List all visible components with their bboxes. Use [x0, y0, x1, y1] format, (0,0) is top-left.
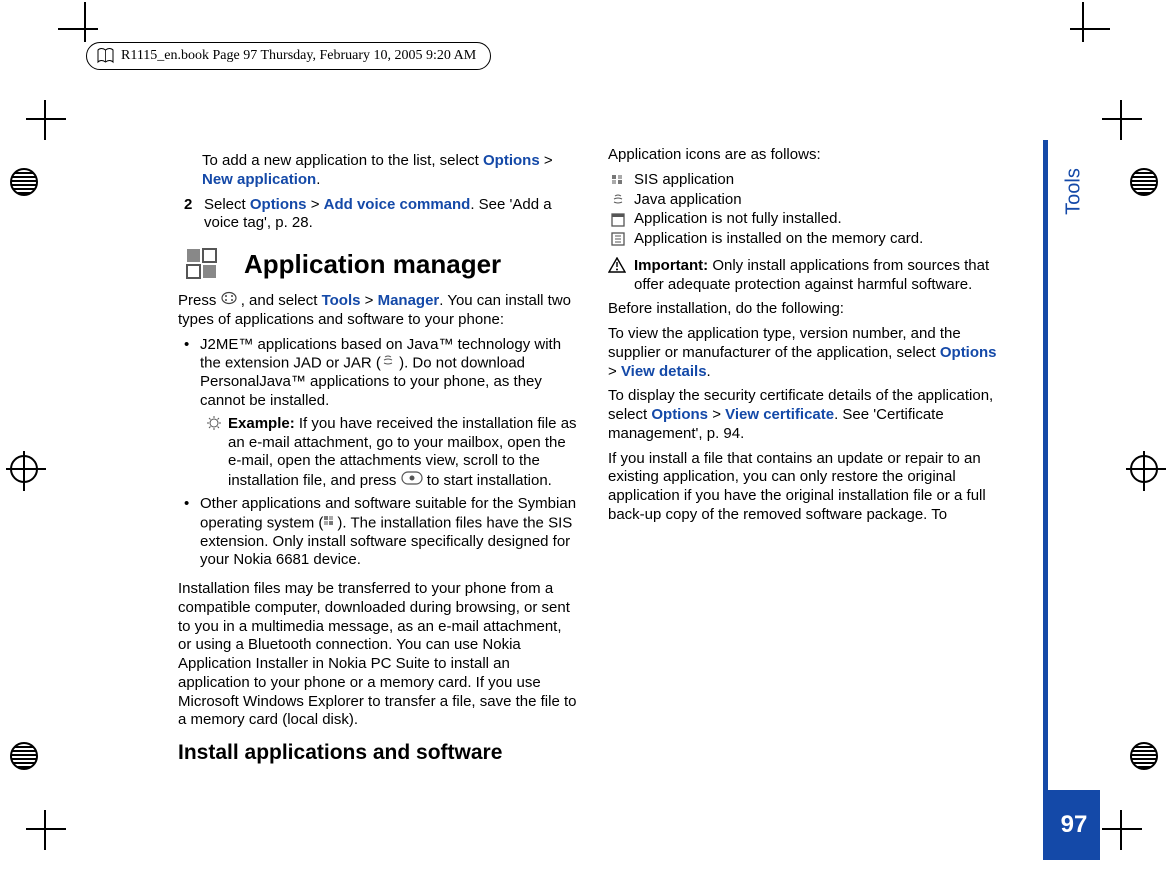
crop-mark-icon	[26, 100, 66, 140]
crop-mark-icon	[26, 810, 66, 850]
view-details-para: To view the application type, version nu…	[608, 325, 1008, 381]
registration-hatch-icon	[10, 742, 38, 770]
icon-list-row: SIS application	[608, 171, 1008, 190]
crop-bar-icon	[84, 2, 86, 42]
crop-mark-icon	[1102, 810, 1142, 850]
step-2: 2 Select Options > Add voice command. Se…	[184, 196, 578, 234]
view-details-link: View details	[621, 363, 707, 380]
press-line: Press , and select Tools > Manager. You …	[178, 291, 578, 330]
important-block: Important: Only install applications fro…	[608, 257, 1008, 295]
intro-line: To add a new application to the list, se…	[202, 152, 578, 190]
registration-target-icon	[1130, 455, 1158, 483]
icon-list-label: Application is installed on the memory c…	[634, 230, 923, 249]
java-icon	[381, 354, 395, 373]
bullet-j2me: • J2ME™ applications based on Java™ tech…	[184, 336, 578, 411]
sis-app-icon	[608, 174, 628, 186]
icons-intro: Application icons are as follows:	[608, 146, 1008, 165]
registration-hatch-icon	[1130, 742, 1158, 770]
select-key-icon	[401, 471, 423, 491]
bullet-symbian: • Other applications and software suitab…	[184, 495, 578, 570]
icon-list: SIS application Java application Applica…	[608, 171, 1008, 249]
add-voice-command-link: Add voice command	[324, 196, 471, 213]
sidebar: Tools 97	[1048, 140, 1100, 860]
page-number: 97	[1048, 790, 1100, 860]
before-install-line: Before installation, do the following:	[608, 300, 1008, 319]
tools-link: Tools	[322, 292, 361, 309]
options-link: Options	[250, 196, 307, 213]
registration-hatch-icon	[10, 168, 38, 196]
crop-bar-icon	[1082, 2, 1084, 42]
important-label: Important:	[634, 257, 708, 274]
options-link: Options	[940, 344, 997, 361]
app-manager-icon	[185, 247, 219, 281]
registration-target-icon	[10, 455, 38, 483]
example-label: Example:	[228, 415, 295, 432]
section-tab-label: Tools	[1063, 168, 1086, 215]
memory-card-icon	[608, 232, 628, 246]
update-paragraph: If you install a file that contains an u…	[608, 450, 1008, 525]
step-number: 2	[184, 196, 204, 234]
not-fully-installed-icon	[608, 213, 628, 227]
sub-heading: Install applications and software	[178, 740, 578, 766]
registration-hatch-icon	[1130, 168, 1158, 196]
icon-list-row: Application is installed on the memory c…	[608, 230, 1008, 249]
icon-list-label: SIS application	[634, 171, 734, 190]
sis-icon	[323, 514, 337, 533]
crop-mark-icon	[1102, 100, 1142, 140]
example-block: Example: If you have received the instal…	[206, 415, 578, 491]
page-header: R1115_en.book Page 97 Thursday, February…	[86, 42, 491, 70]
warning-icon	[608, 257, 630, 295]
bullet-dot-icon: •	[184, 495, 200, 570]
section-heading: Application manager	[178, 247, 578, 281]
transfer-paragraph: Installation files may be transferred to…	[178, 580, 578, 730]
icon-list-row: Java application	[608, 191, 1008, 210]
view-cert-para: To display the security certificate deta…	[608, 387, 1008, 443]
options-link: Options	[483, 152, 540, 169]
crop-bar-icon	[58, 28, 98, 30]
icon-list-label: Application is not fully installed.	[634, 210, 842, 229]
bullet-dot-icon: •	[184, 336, 200, 411]
page-body: To add a new application to the list, se…	[178, 146, 1008, 786]
icon-list-label: Java application	[634, 191, 742, 210]
crop-bar-icon	[1070, 28, 1110, 30]
manager-link: Manager	[378, 292, 440, 309]
section-title: Application manager	[244, 248, 501, 281]
tip-icon	[206, 415, 228, 491]
header-text: R1115_en.book Page 97 Thursday, February…	[121, 48, 476, 64]
book-icon	[97, 48, 115, 64]
new-application-link: New application	[202, 171, 316, 188]
icon-list-row: Application is not fully installed.	[608, 210, 1008, 229]
options-link: Options	[651, 406, 708, 423]
view-certificate-link: View certificate	[725, 406, 834, 423]
java-app-icon	[608, 194, 628, 206]
menu-key-icon	[221, 291, 237, 311]
